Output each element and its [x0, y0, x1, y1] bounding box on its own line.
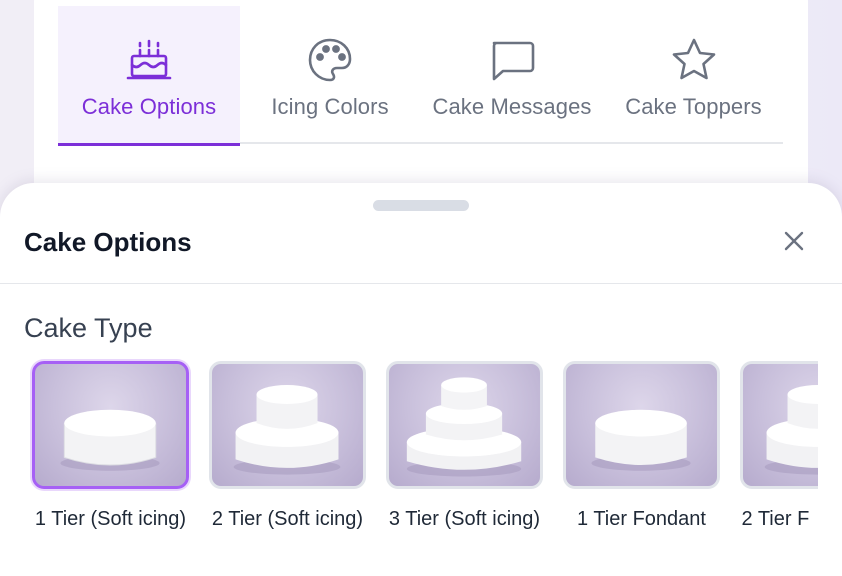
- tab-cake-options[interactable]: Cake Options: [58, 6, 240, 146]
- cake-option-1-tier-soft[interactable]: 1 Tier (Soft icing): [32, 361, 189, 532]
- cake-image: [563, 361, 720, 489]
- star-icon: [670, 36, 718, 84]
- tab-label: Icing Colors: [271, 94, 389, 119]
- tab-bar: Cake Options Icing Colors Cake Messages: [58, 6, 783, 146]
- tab-cake-toppers[interactable]: Cake Toppers: [604, 6, 783, 144]
- cake-image: [740, 361, 818, 489]
- cake-image: [209, 361, 366, 489]
- sheet-title: Cake Options: [24, 227, 192, 257]
- cake-icon: [125, 36, 173, 84]
- drag-handle[interactable]: [373, 200, 469, 211]
- tab-label: Cake Messages: [432, 94, 592, 119]
- cake-option-1-tier-fondant[interactable]: 1 Tier Fondant: [563, 361, 720, 532]
- option-label: 1 Tier Fondant: [577, 508, 706, 530]
- tab-label: Cake Toppers: [625, 94, 762, 119]
- cake-image: [32, 361, 189, 489]
- divider: [0, 283, 842, 284]
- cake-image: [386, 361, 543, 489]
- close-button[interactable]: [778, 227, 810, 259]
- option-label: 2 Tier F: [741, 508, 810, 530]
- palette-icon: [306, 36, 354, 84]
- cake-option-2-tier-soft[interactable]: 2 Tier (Soft icing): [209, 361, 366, 532]
- option-label: 1 Tier (Soft icing): [34, 508, 187, 530]
- option-label: 2 Tier (Soft icing): [211, 508, 364, 530]
- close-icon: [783, 230, 805, 257]
- section-title: Cake Type: [24, 313, 153, 343]
- bottom-sheet: Cake Options Cake Type 1 Tier (Soft icin: [0, 183, 842, 576]
- cake-option-3-tier-soft[interactable]: 3 Tier (Soft icing): [386, 361, 543, 532]
- tab-icing-colors[interactable]: Icing Colors: [240, 6, 420, 144]
- option-label: 3 Tier (Soft icing): [388, 508, 541, 530]
- tab-label: Cake Options: [81, 94, 217, 119]
- cake-option-2-tier-fondant[interactable]: 2 Tier F: [740, 361, 818, 532]
- message-icon: [488, 36, 536, 84]
- tab-cake-messages[interactable]: Cake Messages: [420, 6, 604, 144]
- cake-type-carousel[interactable]: 1 Tier (Soft icing) 2 Tier (Soft icing): [24, 359, 818, 569]
